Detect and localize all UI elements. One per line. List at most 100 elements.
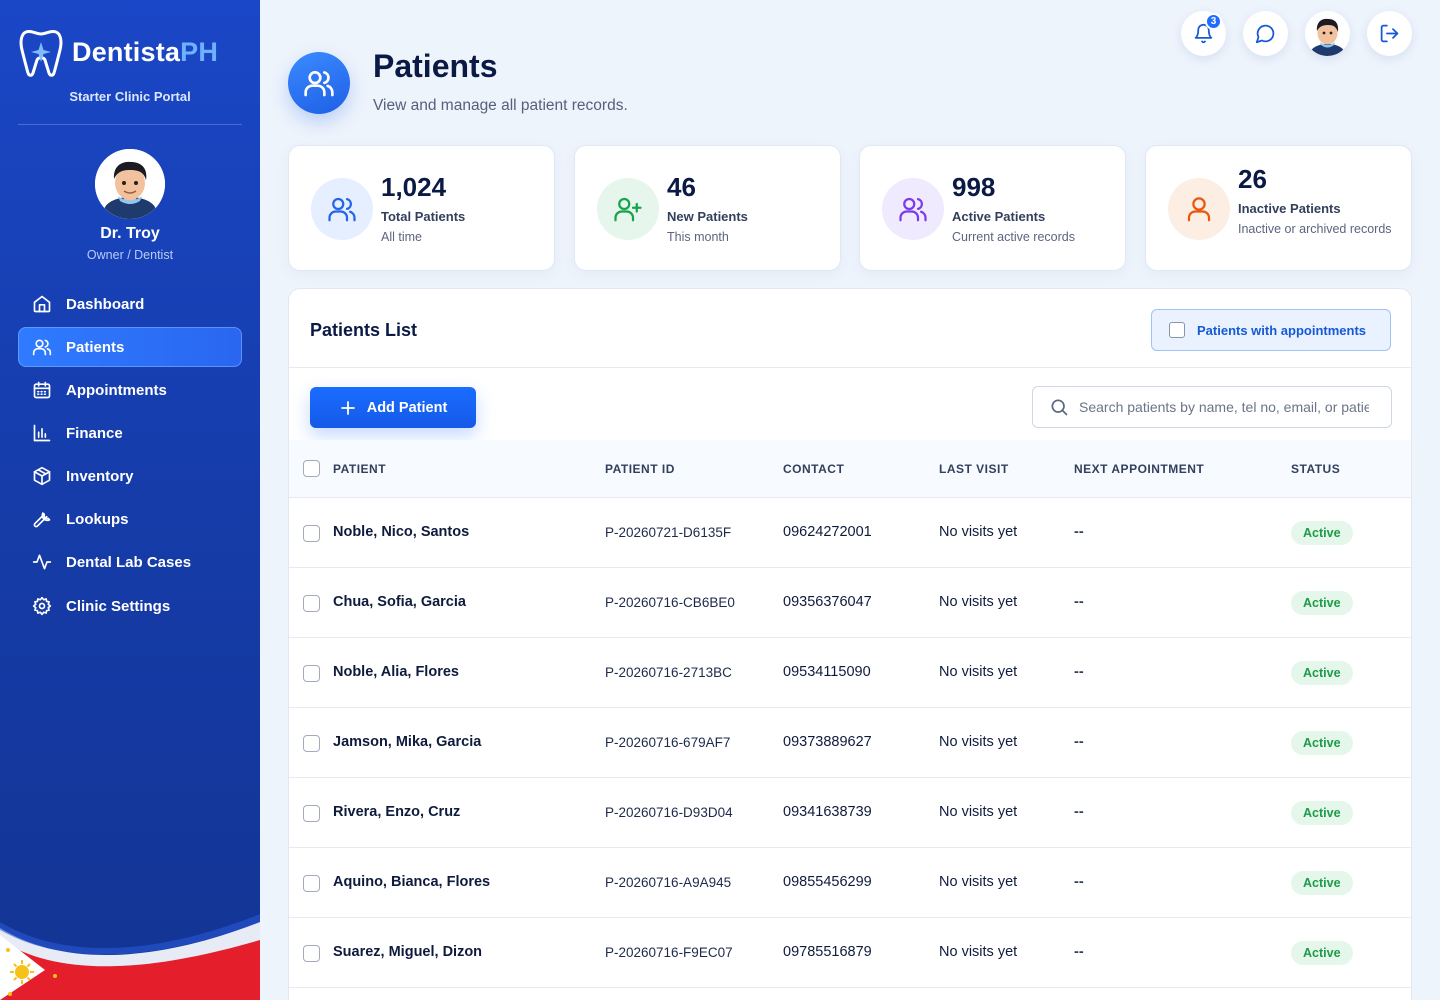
table-row[interactable]: Suarez, Miguel, Dizon P-20260716-F9EC07 … [289, 918, 1411, 988]
brand-accent: PH [180, 36, 219, 67]
bar-chart-icon [33, 424, 51, 442]
status-badge: Active [1291, 731, 1353, 755]
patient-name[interactable]: Chua, Sofia, Garcia [333, 594, 466, 610]
column-header-patient[interactable]: PATIENT [333, 462, 386, 476]
search-input[interactable] [1079, 399, 1369, 415]
patient-id: P-20260716-F9EC07 [605, 945, 733, 960]
stat-label: New Patients [667, 209, 748, 224]
user-icon [1187, 197, 1211, 222]
column-header-next-appointment[interactable]: NEXT APPOINTMENT [1074, 462, 1204, 476]
users-icon [899, 197, 927, 222]
stat-note: Inactive or archived records [1238, 222, 1392, 236]
sidebar-item-dental-lab-cases[interactable]: Dental Lab Cases [18, 542, 242, 582]
brand-name: Dentista [72, 36, 181, 67]
sidebar-item-label: Dental Lab Cases [66, 553, 192, 571]
sidebar-item-inventory[interactable]: Inventory [18, 456, 242, 496]
row-checkbox[interactable] [303, 735, 320, 752]
sidebar-item-patients[interactable]: Patients [18, 327, 242, 367]
stat-card-total-patients: 1,024 Total Patients All time [288, 145, 555, 271]
stat-icon-wrap [1168, 178, 1230, 240]
logout-button[interactable] [1367, 11, 1412, 56]
patient-contact: 09373889627 [783, 734, 872, 750]
patient-name[interactable]: Aquino, Bianca, Flores [333, 874, 490, 890]
sidebar-item-dashboard[interactable]: Dashboard [18, 284, 242, 324]
appointments-filter-toggle[interactable]: Patients with appointments [1151, 309, 1391, 351]
messages-button[interactable] [1243, 11, 1288, 56]
patient-contact: 09855456299 [783, 874, 872, 890]
patient-id: P-20260716-2713BC [605, 665, 732, 680]
next-appointment: -- [1074, 874, 1084, 890]
filter-checkbox[interactable] [1169, 322, 1185, 338]
philippine-flag-decoration [0, 914, 260, 1000]
sidebar-item-label: Lookups [66, 510, 129, 528]
last-visit: No visits yet [939, 874, 1018, 890]
row-checkbox[interactable] [303, 875, 320, 892]
select-all-checkbox[interactable] [303, 460, 320, 477]
user-avatar-button[interactable] [1305, 11, 1350, 56]
table-row[interactable]: Aquino, Bianca, Flores P-20260716-A9A945… [289, 848, 1411, 918]
patient-name[interactable]: Rivera, Enzo, Cruz [333, 804, 460, 820]
next-appointment: -- [1074, 944, 1084, 960]
sidebar-item-finance[interactable]: Finance [18, 413, 242, 453]
users-icon [32, 339, 52, 356]
column-header-contact[interactable]: CONTACT [783, 462, 844, 476]
table-row[interactable]: Chua, Sofia, Garcia P-20260716-CB6BE0 09… [289, 568, 1411, 638]
brand[interactable]: DentistaPH [18, 24, 218, 80]
next-appointment: -- [1074, 594, 1084, 610]
row-checkbox[interactable] [303, 945, 320, 962]
row-checkbox[interactable] [303, 525, 320, 542]
search-box[interactable] [1032, 386, 1392, 428]
stat-value: 998 [952, 172, 996, 202]
sidebar-item-clinic-settings[interactable]: Clinic Settings [18, 586, 242, 626]
row-checkbox[interactable] [303, 665, 320, 682]
activity-icon [32, 554, 52, 570]
sidebar-item-label: Patients [66, 338, 125, 356]
patient-id: P-20260721-D6135F [605, 525, 732, 540]
patient-contact: 09356376047 [783, 594, 872, 610]
search-icon [1051, 399, 1068, 416]
stat-note: This month [667, 230, 729, 244]
table-row[interactable]: Jamson, Mika, Garcia P-20260716-679AF7 0… [289, 708, 1411, 778]
calendar-icon [33, 381, 51, 399]
row-checkbox[interactable] [303, 805, 320, 822]
add-patient-button[interactable]: Add Patient [310, 387, 476, 428]
gear-icon [32, 596, 52, 616]
next-appointment: -- [1074, 734, 1084, 750]
sidebar-item-label: Finance [66, 424, 123, 442]
column-header-last-visit[interactable]: LAST VISIT [939, 462, 1009, 476]
page-title: Patients [373, 48, 498, 84]
table-row[interactable]: Noble, Nico, Santos P-20260721-D6135F 09… [289, 498, 1411, 568]
next-appointment: -- [1074, 804, 1084, 820]
notification-count-badge: 3 [1205, 13, 1222, 30]
logout-icon [1380, 24, 1399, 43]
patient-id: P-20260716-A9A945 [605, 875, 732, 890]
home-icon [33, 295, 51, 313]
plus-icon [340, 400, 355, 415]
stat-value: 1,024 [381, 172, 447, 202]
tooth-logo-icon [19, 29, 63, 77]
sidebar-item-lookups[interactable]: Lookups [18, 499, 242, 539]
users-icon [304, 71, 334, 97]
table-row[interactable]: Rivera, Enzo, Cruz P-20260716-D93D04 093… [289, 778, 1411, 848]
column-header-patient-id[interactable]: PATIENT ID [605, 462, 675, 476]
patient-name[interactable]: Jamson, Mika, Garcia [333, 734, 481, 750]
sidebar-item-label: Dashboard [66, 295, 145, 313]
patient-name[interactable]: Suarez, Miguel, Dizon [333, 944, 482, 960]
stat-value: 46 [667, 172, 696, 202]
notifications-button[interactable]: 3 [1181, 11, 1226, 56]
column-header-status[interactable]: STATUS [1291, 462, 1340, 476]
sidebar-item-appointments[interactable]: Appointments [18, 370, 242, 410]
patient-name[interactable]: Noble, Nico, Santos [333, 524, 469, 540]
chat-bubble-icon [1255, 24, 1275, 44]
patient-name[interactable]: Noble, Alia, Flores [333, 664, 459, 680]
stat-card-active-patients: 998 Active Patients Current active recor… [859, 145, 1126, 271]
user-plus-icon [614, 197, 642, 222]
table-row[interactable]: Noble, Alia, Flores P-20260716-2713BC 09… [289, 638, 1411, 708]
profile-avatar[interactable] [95, 149, 165, 219]
row-checkbox[interactable] [303, 595, 320, 612]
patient-contact: 09534115090 [783, 664, 871, 680]
status-badge: Active [1291, 521, 1353, 545]
next-appointment: -- [1074, 524, 1084, 540]
stat-label: Inactive Patients [1238, 201, 1341, 216]
stat-card-new-patients: 46 New Patients This month [574, 145, 841, 271]
